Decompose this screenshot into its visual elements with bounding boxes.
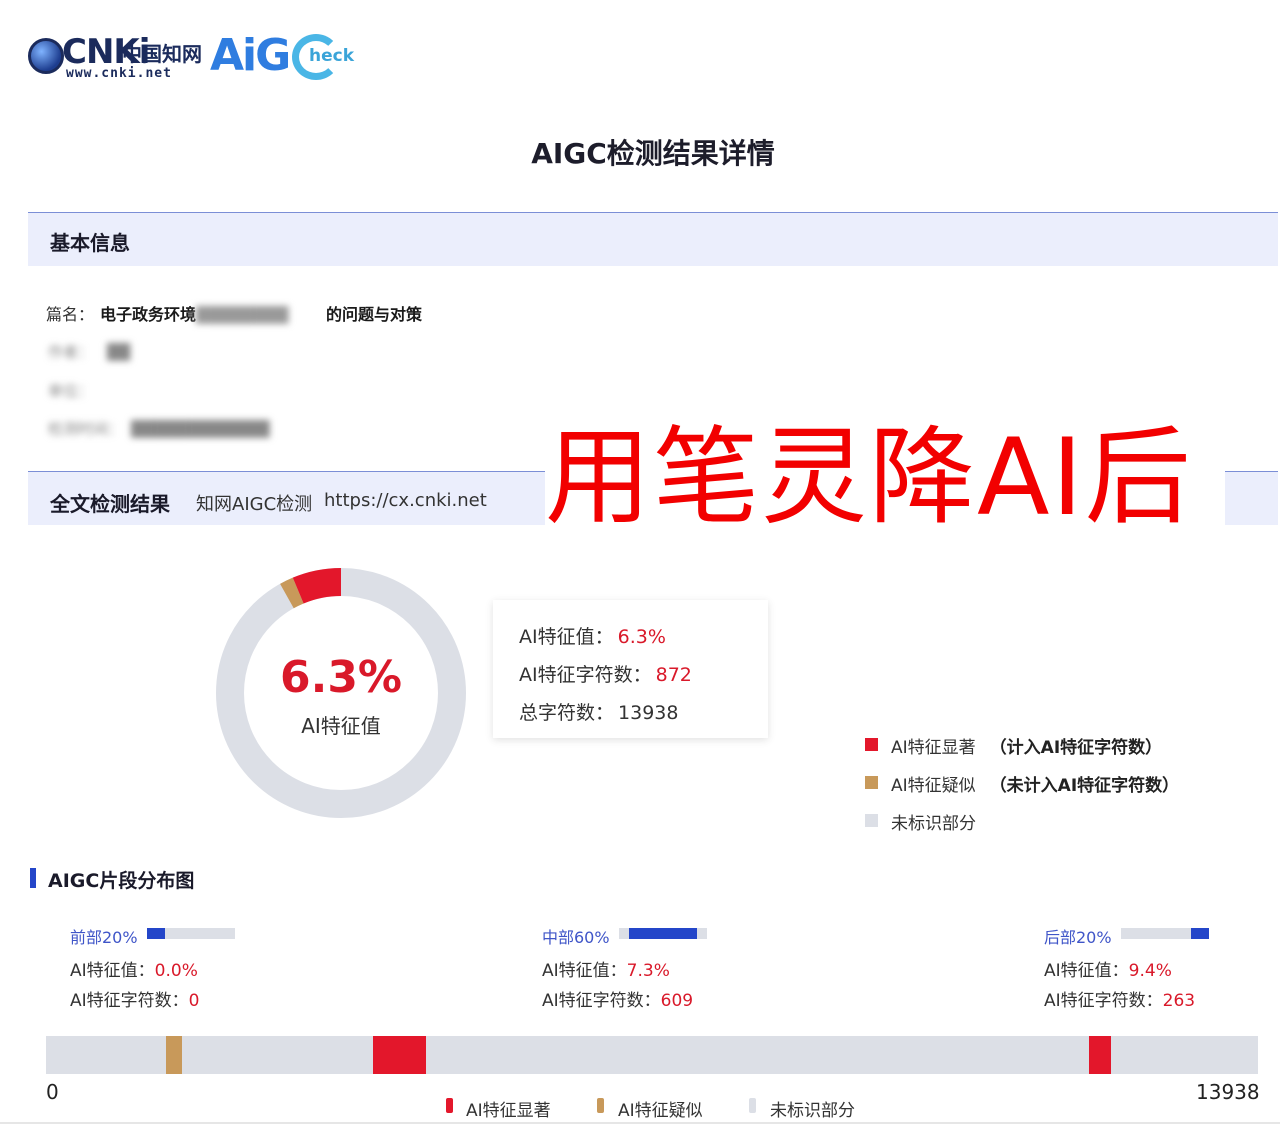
check-wordmark: heck [309, 46, 355, 66]
donut-ai-label: AI特征值 [301, 714, 381, 738]
legend-suspected-swatch [865, 776, 878, 789]
legend-suspected-note: （未计入AI特征字符数） [989, 776, 1180, 796]
segment-front-bar [147, 928, 235, 939]
segment-back-chars-label: AI特征字符数： [1044, 991, 1163, 1011]
check-time-label: 检测时间： [48, 420, 124, 438]
fulltext-url[interactable]: https://cx.cnki.net [324, 490, 487, 511]
segment-back-ai-value-number: 9.4% [1128, 961, 1172, 981]
legend-suspected: AI特征疑似 （未计入AI特征字符数） [891, 771, 1179, 796]
bottom-legend-significant-swatch [446, 1098, 453, 1113]
cnki-chinese-name: 中国知网 [122, 42, 202, 66]
donut-significant-arc [292, 568, 342, 604]
stat-ai-value: AI特征值： 6.3% [519, 622, 666, 649]
legend-unmarked-label: 未标识部分 [891, 814, 976, 834]
segment-middle-chars-label: AI特征字符数： [542, 991, 661, 1011]
segment-middle-chars: AI特征字符数：609 [542, 986, 693, 1011]
paper-title-redacted: ████████ [196, 306, 289, 324]
bottom-legend-significant-label: AI特征显著 [466, 1101, 551, 1121]
unit-row: 单位： [48, 380, 93, 401]
segment-front-bar-fill [147, 928, 165, 939]
segment-back-ai-value-label: AI特征值： [1044, 961, 1129, 981]
segment-middle-name: 中部60% [542, 928, 610, 947]
segment-back-bar [1121, 928, 1209, 939]
stat-ai-value-number: 6.3% [617, 626, 666, 648]
strip-min-label: 0 [46, 1080, 59, 1104]
distribution-title-accent [30, 868, 36, 888]
bottom-legend-suspected-swatch [597, 1098, 604, 1113]
bottom-legend-unmarked-label: 未标识部分 [770, 1101, 855, 1121]
donut-suspected-arc [280, 577, 304, 609]
check-time-row: 检测时间： ████████████ [48, 420, 270, 438]
segment-back-ai-value: AI特征值：9.4% [1044, 956, 1172, 981]
segment-middle-bar [619, 928, 707, 939]
bottom-divider [0, 1122, 1280, 1124]
segment-back-chars-number: 263 [1162, 991, 1196, 1011]
cnki-globe-icon [28, 38, 64, 74]
aigc-wordmark: AiG [210, 30, 291, 81]
segment-back-name: 后部20% [1044, 928, 1112, 947]
segment-middle-bar-fill [629, 928, 697, 939]
strip-max-label: 13938 [1196, 1080, 1260, 1104]
distribution-title: AIGC片段分布图 [48, 870, 195, 892]
segment-middle-ai-value: AI特征值：7.3% [542, 956, 670, 981]
legend-significant: AI特征显著 （计入AI特征字符数） [891, 733, 1162, 758]
segment-front-ai-value-number: 0.0% [154, 961, 198, 981]
bottom-legend-unmarked-swatch [749, 1098, 756, 1113]
stat-total-chars: 总字符数： 13938 [519, 698, 678, 725]
strip-mark-significant [1088, 1036, 1112, 1074]
stat-ai-value-label: AI特征值： [519, 626, 614, 648]
stat-total-chars-number: 13938 [618, 702, 679, 724]
strip-mark-suspected [166, 1036, 182, 1074]
legend-suspected-label: AI特征疑似 [891, 776, 976, 796]
segment-front-ai-value: AI特征值：0.0% [70, 956, 198, 981]
basic-info-header: 基本信息 [28, 212, 1278, 266]
paper-title-label: 篇名： [46, 305, 95, 324]
legend-significant-note: （计入AI特征字符数） [989, 738, 1163, 758]
segment-front-chars: AI特征字符数：0 [70, 986, 199, 1011]
segment-front-chars-number: 0 [188, 991, 200, 1011]
paper-title-suffix: 的问题与对策 [326, 305, 423, 324]
segment-front-chars-label: AI特征字符数： [70, 991, 189, 1011]
author-label: 作者： [48, 343, 94, 361]
legend-unmarked: 未标识部分 [891, 809, 976, 834]
overlay-stamp-text: 用笔灵降AI后 [545, 408, 1225, 548]
legend-significant-swatch [865, 738, 878, 751]
fulltext-service: 知网AIGC检测 [196, 494, 313, 515]
paper-title-row: 篇名： 电子政务环境████████ 的问题与对策 [46, 301, 422, 325]
stat-ai-chars: AI特征字符数： 872 [519, 660, 692, 687]
segment-middle-ai-value-label: AI特征值： [542, 961, 627, 981]
strip-mark-significant [372, 1036, 426, 1074]
cnki-aigc-logo: CNKi 中国知网 www.cnki.net AiG heck [28, 30, 358, 86]
stat-total-chars-label: 总字符数： [519, 702, 615, 724]
fulltext-title: 全文检测结果 [50, 492, 170, 516]
segment-middle-chars-number: 609 [660, 991, 694, 1011]
segment-front-name: 前部20% [70, 928, 138, 947]
paper-title-prefix: 电子政务环境 [100, 305, 197, 324]
cnki-url: www.cnki.net [66, 66, 172, 81]
segment-back-chars: AI特征字符数：263 [1044, 986, 1195, 1011]
stat-ai-chars-label: AI特征字符数： [519, 664, 652, 686]
stats-card: AI特征值： 6.3% AI特征字符数： 872 总字符数： 13938 [493, 600, 768, 738]
basic-info-title: 基本信息 [50, 231, 130, 255]
legend-significant-label: AI特征显著 [891, 738, 976, 758]
legend-unmarked-swatch [865, 814, 878, 827]
unit-label: 单位： [48, 382, 94, 400]
author-row: 作者： ██ [48, 343, 131, 361]
segment-back-bar-fill [1191, 928, 1209, 939]
donut-ai-value: 6.3% [279, 652, 403, 703]
bottom-legend-suspected-label: AI特征疑似 [618, 1101, 703, 1121]
stat-ai-chars-number: 872 [655, 664, 692, 686]
segment-front-ai-value-label: AI特征值： [70, 961, 155, 981]
page-title: AIGC检测结果详情 [531, 137, 775, 170]
segment-middle-ai-value-number: 7.3% [626, 961, 670, 981]
fragment-distribution-strip [46, 1036, 1258, 1074]
